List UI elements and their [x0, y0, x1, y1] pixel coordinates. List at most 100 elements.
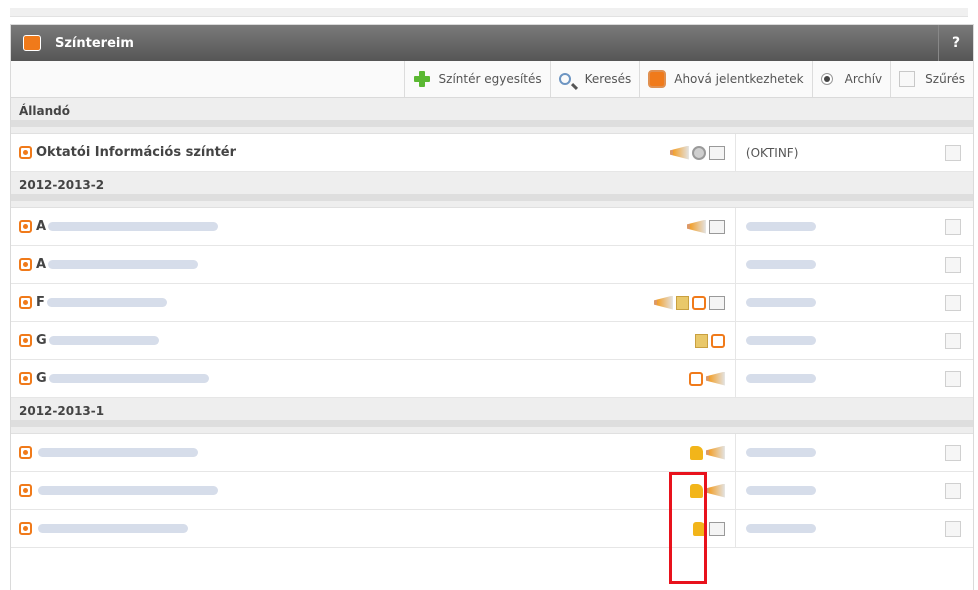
- row-checkbox[interactable]: [945, 370, 962, 387]
- help-button[interactable]: ?: [938, 25, 973, 61]
- scene-name-cell[interactable]: A: [11, 219, 547, 234]
- row-checkbox[interactable]: [945, 144, 962, 161]
- scene-code: [736, 258, 945, 272]
- group-header: 2012-2013-2: [11, 172, 973, 208]
- scene-code: [736, 220, 945, 234]
- scene-row[interactable]: G: [11, 359, 973, 398]
- scene-name[interactable]: A: [36, 219, 46, 234]
- course-icon[interactable]: [691, 295, 706, 310]
- scene-tools: [547, 471, 736, 510]
- scene-code: [736, 484, 945, 498]
- redacted-code: [745, 447, 816, 457]
- scene-tools: [547, 133, 736, 172]
- scene-name-cell[interactable]: [11, 484, 547, 497]
- redacted-name: [38, 448, 198, 457]
- scene-row[interactable]: [11, 509, 973, 548]
- row-checkbox[interactable]: [945, 444, 962, 461]
- group-label: Állandó: [19, 103, 70, 118]
- apply-label: Ahová jelentkezhetek: [674, 72, 804, 86]
- search-button[interactable]: Keresés: [549, 61, 640, 97]
- scene-row[interactable]: [11, 471, 973, 510]
- scene-name[interactable]: A: [36, 257, 46, 272]
- scene-row[interactable]: Oktatói Információs színtér (OKTINF): [11, 133, 973, 172]
- megaphone-icon[interactable]: [705, 483, 725, 498]
- scene-name[interactable]: Oktatói Információs színtér: [36, 145, 236, 160]
- megaphone-icon[interactable]: [705, 371, 725, 386]
- document-icon[interactable]: [708, 521, 725, 536]
- scene-row[interactable]: G: [11, 321, 973, 360]
- scene-tools: [547, 245, 736, 284]
- megaphone-icon[interactable]: [669, 145, 689, 160]
- redacted-name: [46, 298, 167, 307]
- archive-toggle[interactable]: Archív: [811, 61, 891, 97]
- scene-list: Állandó Oktatói Információs színtér (OKTIN…: [11, 98, 973, 548]
- search-icon: [558, 73, 571, 85]
- scene-tools: [547, 433, 736, 472]
- row-checkbox[interactable]: [945, 256, 962, 273]
- scene-row[interactable]: A: [11, 245, 973, 284]
- scene-row[interactable]: A: [11, 207, 973, 246]
- scene-name[interactable]: G: [36, 371, 47, 386]
- thumbs-up-icon[interactable]: [689, 445, 703, 460]
- scene-name-cell[interactable]: A: [11, 257, 547, 272]
- plus-icon: [413, 70, 431, 88]
- clock-icon[interactable]: [691, 145, 706, 160]
- scene-name-cell[interactable]: G: [11, 333, 547, 348]
- scene-row[interactable]: [11, 433, 973, 472]
- scene-code: (OKTINF): [736, 146, 945, 160]
- book-icon[interactable]: [675, 295, 689, 310]
- scene-code: [736, 296, 945, 310]
- scene-name-cell[interactable]: Oktatói Információs színtér: [11, 145, 547, 160]
- search-label: Keresés: [584, 72, 632, 86]
- redacted-name: [38, 486, 218, 495]
- row-select: [945, 218, 973, 235]
- document-icon[interactable]: [708, 295, 725, 310]
- merge-scene-label: Színtér egyesítés: [438, 72, 542, 86]
- highlight-annotation: [669, 472, 707, 584]
- redacted-name: [48, 336, 159, 345]
- scene-name[interactable]: G: [36, 333, 47, 348]
- megaphone-icon[interactable]: [686, 219, 706, 234]
- row-checkbox[interactable]: [945, 218, 962, 235]
- megaphone-icon[interactable]: [653, 295, 673, 310]
- merge-scene-button[interactable]: Színtér egyesítés: [403, 61, 550, 97]
- filter-label: Szűrés: [925, 72, 965, 86]
- scene-code: [736, 334, 945, 348]
- course-icon[interactable]: [688, 371, 703, 386]
- filter-checkbox[interactable]: [899, 71, 916, 87]
- redacted-code: [745, 373, 816, 383]
- row-checkbox[interactable]: [945, 332, 962, 349]
- document-icon[interactable]: [708, 219, 725, 234]
- scene-icon: [19, 334, 32, 347]
- scenes-logo-icon: [23, 35, 41, 51]
- scene-name-cell[interactable]: G: [11, 371, 547, 386]
- redacted-name: [48, 222, 219, 231]
- megaphone-icon[interactable]: [705, 445, 725, 460]
- group-header: Állandó: [11, 98, 973, 134]
- redacted-name: [48, 260, 199, 269]
- redacted-code: [745, 259, 816, 269]
- scene-row[interactable]: F: [11, 283, 973, 322]
- scene-tools: [547, 509, 736, 548]
- row-checkbox[interactable]: [945, 294, 962, 311]
- document-icon[interactable]: [708, 145, 725, 160]
- row-select: [945, 444, 973, 461]
- row-checkbox[interactable]: [945, 482, 962, 499]
- archive-radio[interactable]: [820, 73, 833, 85]
- panel-title: Színtereim: [55, 35, 134, 51]
- scene-tools: [547, 321, 736, 360]
- scene-code-text: (OKTINF): [745, 145, 799, 160]
- scene-name[interactable]: F: [36, 295, 45, 310]
- redacted-name: [48, 374, 209, 383]
- book-icon[interactable]: [694, 333, 708, 348]
- course-icon[interactable]: [710, 333, 725, 348]
- apply-button[interactable]: Ahová jelentkezhetek: [639, 61, 811, 97]
- scene-icon: [19, 220, 32, 233]
- row-checkbox[interactable]: [945, 520, 962, 537]
- scene-name-cell[interactable]: [11, 446, 547, 459]
- scene-icon: [19, 372, 32, 385]
- filter-toggle[interactable]: Szűrés: [890, 61, 973, 97]
- group-label: 2012-2013-1: [19, 403, 105, 418]
- scene-name-cell[interactable]: [11, 522, 547, 535]
- scene-name-cell[interactable]: F: [11, 295, 547, 310]
